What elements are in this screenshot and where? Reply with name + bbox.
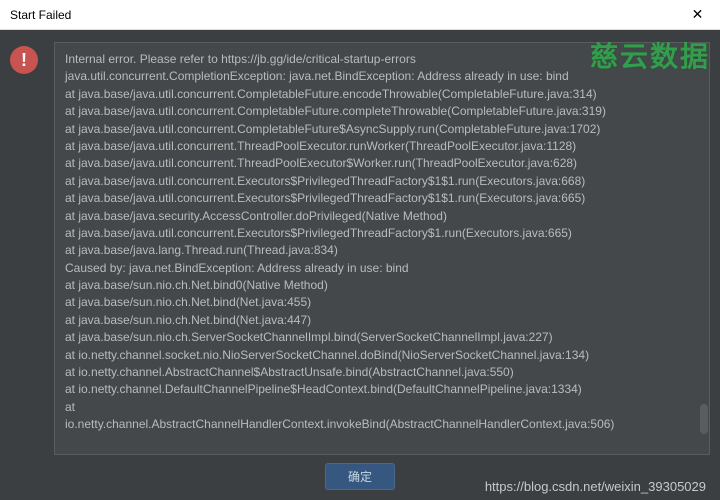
stack-line: at io.netty.channel.DefaultChannelPipeli… xyxy=(65,381,699,398)
stack-line: at java.base/sun.nio.ch.Net.bind0(Native… xyxy=(65,277,699,294)
error-message-panel[interactable]: Internal error. Please refer to https://… xyxy=(54,42,710,455)
stack-line: io.netty.channel.AbstractChannelHandlerC… xyxy=(65,416,699,433)
footer-source-url: https://blog.csdn.net/weixin_39305029 xyxy=(485,479,706,494)
window-title: Start Failed xyxy=(10,8,675,22)
error-intro: Internal error. Please refer to https://… xyxy=(65,51,699,68)
ok-button[interactable]: 确定 xyxy=(325,463,395,490)
error-icon: ! xyxy=(10,46,38,74)
stack-line: at io.netty.channel.socket.nio.NioServer… xyxy=(65,347,699,364)
stack-line: at java.base/java.util.concurrent.Comple… xyxy=(65,86,699,103)
stack-line: at java.base/java.util.concurrent.Comple… xyxy=(65,103,699,120)
titlebar: Start Failed ✕ xyxy=(0,0,720,30)
stack-line: at java.base/java.util.concurrent.Execut… xyxy=(65,190,699,207)
close-button[interactable]: ✕ xyxy=(675,0,720,30)
stack-line: at java.base/java.util.concurrent.Thread… xyxy=(65,155,699,172)
stack-line: at java.base/java.security.AccessControl… xyxy=(65,208,699,225)
stack-line: at java.base/java.util.concurrent.Execut… xyxy=(65,225,699,242)
stack-line: Caused by: java.net.BindException: Addre… xyxy=(65,260,699,277)
stack-line: at java.base/java.util.concurrent.Execut… xyxy=(65,173,699,190)
stack-line: at java.base/sun.nio.ch.Net.bind(Net.jav… xyxy=(65,294,699,311)
stack-line: at java.base/sun.nio.ch.ServerSocketChan… xyxy=(65,329,699,346)
stack-line: at io.netty.channel.AbstractChannel$Abst… xyxy=(65,364,699,381)
stack-line: at java.base/java.util.concurrent.Thread… xyxy=(65,138,699,155)
close-icon: ✕ xyxy=(692,6,704,23)
scrollbar-vertical[interactable] xyxy=(700,404,708,434)
stack-line: at java.base/java.lang.Thread.run(Thread… xyxy=(65,242,699,259)
stack-line: java.util.concurrent.CompletionException… xyxy=(65,68,699,85)
stack-line: at java.base/java.util.concurrent.Comple… xyxy=(65,121,699,138)
dialog-content: ! Internal error. Please refer to https:… xyxy=(0,30,720,500)
stack-line: at xyxy=(65,399,699,416)
main-row: ! Internal error. Please refer to https:… xyxy=(10,42,710,455)
icon-column: ! xyxy=(10,42,42,455)
stack-line: at java.base/sun.nio.ch.Net.bind(Net.jav… xyxy=(65,312,699,329)
